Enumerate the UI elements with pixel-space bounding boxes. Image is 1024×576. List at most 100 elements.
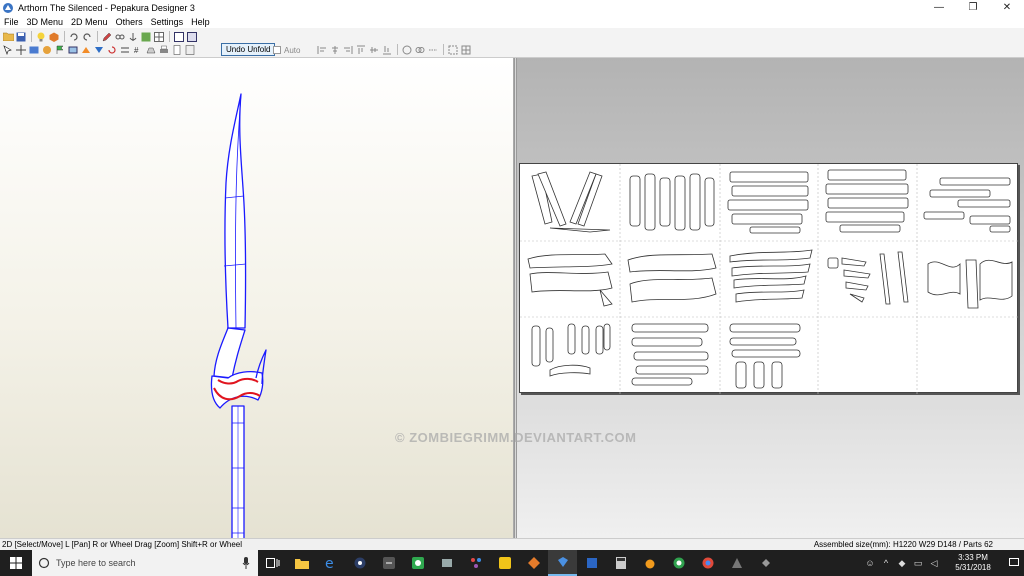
image-icon[interactable] (28, 44, 40, 55)
close-button[interactable]: ✕ (990, 0, 1024, 15)
auto-checkbox[interactable]: Auto (273, 44, 300, 56)
align-middle-icon[interactable] (368, 44, 380, 55)
maximize-button[interactable]: ❐ (956, 0, 990, 15)
palette-icon[interactable] (41, 44, 53, 55)
undo-icon[interactable] (68, 31, 80, 42)
app-icon[interactable] (490, 550, 519, 576)
align-center-icon[interactable] (329, 44, 341, 55)
cube-icon[interactable] (48, 31, 60, 42)
chevron-up-icon[interactable]: ^ (878, 550, 894, 576)
ungroup-icon[interactable] (414, 44, 426, 55)
window-title: Arthorn The Silenced - Pepakura Designer… (18, 2, 195, 13)
pepakura-taskbar-icon[interactable] (548, 550, 577, 576)
align-top-icon[interactable] (355, 44, 367, 55)
edge-id-icon[interactable]: # (132, 44, 144, 55)
auto-checkbox-box[interactable] (273, 46, 281, 54)
toolbar-separator (397, 44, 398, 55)
app-icon[interactable] (403, 550, 432, 576)
start-button[interactable] (0, 550, 32, 576)
toolbar-separator (97, 31, 98, 42)
join-icon[interactable] (119, 44, 131, 55)
app-icon[interactable] (635, 550, 664, 576)
menu-file[interactable]: File (0, 17, 23, 27)
dropbox-icon[interactable]: ◆ (894, 550, 910, 576)
rotate-icon[interactable] (106, 44, 118, 55)
app-icon[interactable] (577, 550, 606, 576)
move-tool-icon[interactable] (15, 44, 27, 55)
title-bar: Arthorn The Silenced - Pepakura Designer… (0, 0, 1024, 15)
align-bottom-icon[interactable] (381, 44, 393, 55)
undo-unfold-button[interactable]: Undo Unfold (221, 43, 276, 56)
app-icon[interactable] (519, 550, 548, 576)
page-settings-icon[interactable] (184, 44, 196, 55)
windows-taskbar: Type here to search e ☺ ^ ◆ ▭ ◁ 3:33 PM … (0, 550, 1024, 576)
volume-icon[interactable]: ◁ (926, 550, 942, 576)
select-tool-icon[interactable] (2, 44, 14, 55)
3d-view-pane[interactable] (0, 58, 514, 553)
unfold-icon[interactable] (80, 44, 92, 55)
app-icon[interactable] (664, 550, 693, 576)
svg-text:e: e (325, 556, 334, 570)
menu-settings[interactable]: Settings (147, 17, 188, 27)
svg-text:#: # (134, 46, 139, 55)
app-icon[interactable] (461, 550, 490, 576)
taskbar-clock[interactable]: 3:33 PM 5/31/2018 (942, 553, 1004, 573)
align-right-icon[interactable] (342, 44, 354, 55)
network-icon[interactable]: ▭ (910, 550, 926, 576)
app-icon[interactable] (374, 550, 403, 576)
toolbar-separator (169, 31, 170, 42)
menu-bar: File 3D Menu 2D Menu Others Settings Hel… (0, 15, 1024, 28)
group-icon[interactable] (401, 44, 413, 55)
menu-3d[interactable]: 3D Menu (23, 17, 68, 27)
app-icon[interactable] (345, 550, 374, 576)
pepakura-app-icon (3, 2, 13, 13)
toolbar-separator (64, 31, 65, 42)
texture-icon[interactable] (140, 31, 152, 42)
menu-others[interactable]: Others (112, 17, 147, 27)
status-bar: 2D [Select/Move] L [Pan] R or Wheel Drag… (0, 538, 1024, 550)
pencil-icon[interactable] (101, 31, 113, 42)
file-explorer-icon[interactable] (287, 550, 316, 576)
save-icon[interactable] (15, 31, 27, 42)
distribute-icon[interactable] (427, 44, 439, 55)
toolbar: # Undo Unfold Auto (0, 28, 1024, 58)
task-view-icon[interactable] (258, 550, 287, 576)
toolbar-separator (443, 44, 444, 55)
menu-help[interactable]: Help (187, 17, 214, 27)
microphone-icon[interactable] (242, 557, 250, 569)
calculator-icon[interactable] (606, 550, 635, 576)
people-icon[interactable]: ☺ (862, 550, 878, 576)
layer-icon[interactable] (67, 44, 79, 55)
app-icon[interactable] (722, 550, 751, 576)
3d-sword-model (210, 93, 267, 553)
watermark-text: © ZOMBIEGRIMM.DEVIANTART.COM (395, 430, 637, 445)
flap-icon[interactable] (145, 44, 157, 55)
lightbulb-icon[interactable] (35, 31, 47, 42)
app-icon[interactable] (432, 550, 461, 576)
open-file-icon[interactable] (2, 31, 14, 42)
notification-icon[interactable] (1004, 550, 1024, 576)
search-placeholder: Type here to search (56, 558, 136, 568)
pattern-sheet[interactable] (519, 163, 1019, 394)
menu-2d[interactable]: 2D Menu (67, 17, 112, 27)
taskbar-search[interactable]: Type here to search (32, 550, 258, 576)
redo-icon[interactable] (81, 31, 93, 42)
grid-icon[interactable] (153, 31, 165, 42)
zoom-all-icon[interactable] (460, 44, 472, 55)
edge-browser-icon[interactable]: e (316, 550, 345, 576)
status-hint: 2D [Select/Move] L [Pan] R or Wheel Drag… (2, 540, 243, 549)
auto-checkbox-label: Auto (284, 45, 301, 55)
link-icon[interactable] (114, 31, 126, 42)
app-icon[interactable] (751, 550, 780, 576)
fold-icon[interactable] (93, 44, 105, 55)
align-left-icon[interactable] (316, 44, 328, 55)
minimize-button[interactable]: — (922, 0, 956, 15)
chrome-icon[interactable] (693, 550, 722, 576)
page-icon[interactable] (171, 44, 183, 55)
window-icon[interactable] (173, 31, 185, 42)
zoom-fit-icon[interactable] (447, 44, 459, 55)
anchor-icon[interactable] (127, 31, 139, 42)
window-icon[interactable] (186, 31, 198, 42)
print-icon[interactable] (158, 44, 170, 55)
flag-icon[interactable] (54, 44, 66, 55)
